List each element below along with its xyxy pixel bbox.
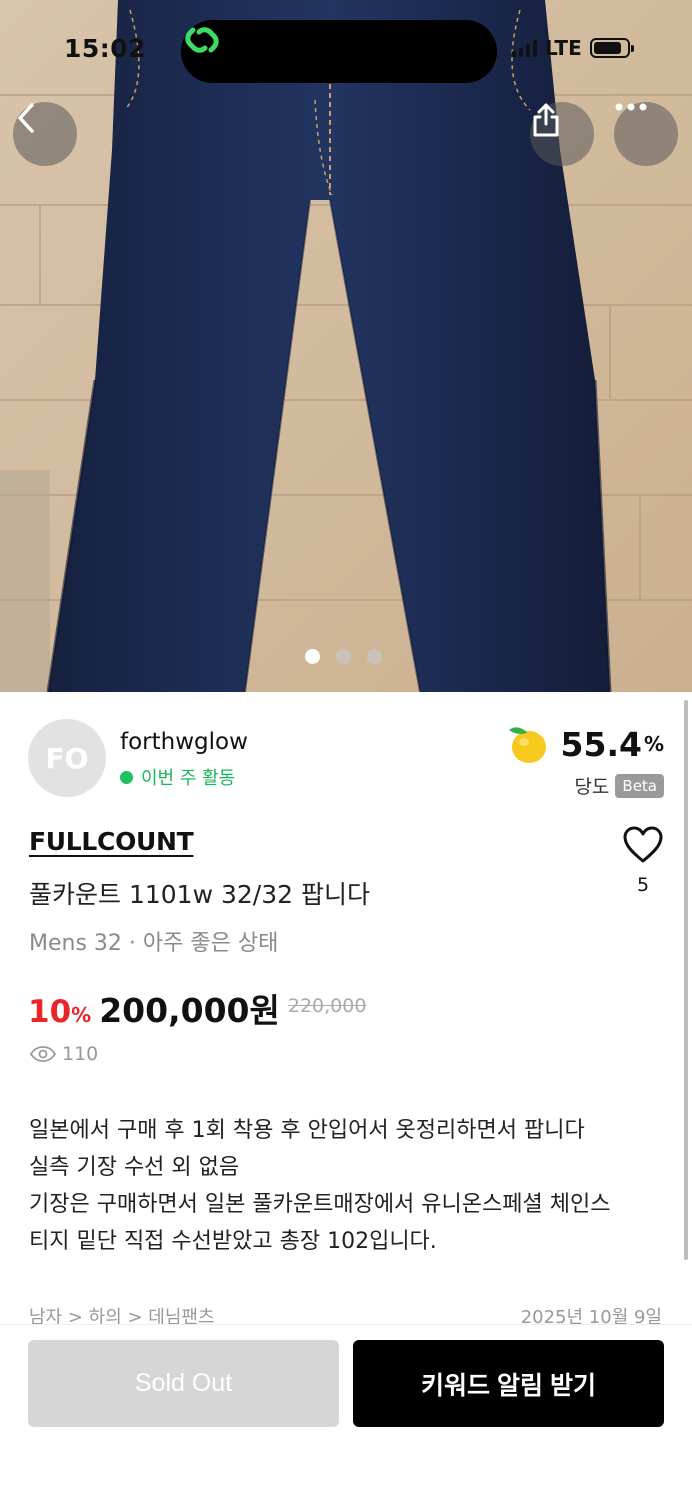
brand-link[interactable]: FULLCOUNT bbox=[29, 827, 194, 856]
score-value: 55.4 bbox=[560, 724, 642, 764]
original-price: 220,000 bbox=[287, 995, 367, 1017]
back-arrow-icon bbox=[18, 103, 34, 133]
jeans-photo-illustration bbox=[0, 0, 692, 692]
scrollbar[interactable] bbox=[684, 700, 688, 1260]
view-count-value: 110 bbox=[62, 1043, 99, 1065]
sweetness-score[interactable]: 55.4 % 당도 Beta bbox=[505, 722, 664, 799]
product-title: 풀카운트 1101w 32/32 팝니다 bbox=[29, 880, 370, 909]
price-row: 10% 200,000원 220,000 bbox=[28, 984, 366, 1032]
link-icon bbox=[185, 27, 219, 53]
active-status-dot bbox=[120, 770, 133, 784]
description-line: 실측 기장 수선 외 없음 bbox=[29, 1155, 240, 1180]
score-label: 당도 bbox=[574, 776, 610, 798]
product-description: 일본에서 구매 후 1회 착용 후 안입어서 옷정리하면서 팝니다 실측 기장 … bbox=[29, 1112, 669, 1260]
keyword-alert-button[interactable]: 키워드 알림 받기 bbox=[353, 1340, 664, 1427]
price: 200,000원 bbox=[99, 991, 280, 1030]
battery-icon bbox=[589, 38, 634, 58]
fruit-icon bbox=[508, 727, 546, 763]
description-line: 기장은 구매하면서 일본 풀카운트매장에서 유니온스페셜 체인스 bbox=[29, 1192, 611, 1217]
more-options-button[interactable] bbox=[614, 102, 678, 166]
seller-activity-label: 이번 주 활동 bbox=[141, 768, 236, 789]
bottom-action-bar: Sold Out 키워드 알림 받기 bbox=[0, 1324, 692, 1500]
discount-rate: 10% bbox=[28, 994, 91, 1030]
sold-out-button[interactable]: Sold Out bbox=[28, 1340, 339, 1427]
description-line: 일본에서 구매 후 1회 착용 후 안입어서 옷정리하면서 팝니다 bbox=[29, 1118, 585, 1143]
pagination-dot[interactable] bbox=[336, 649, 351, 664]
description-line: 티지 밑단 직접 수선받았고 총장 102입니다. bbox=[29, 1229, 437, 1254]
like-count: 5 bbox=[636, 874, 650, 896]
eye-icon bbox=[30, 1046, 56, 1062]
view-count: 110 bbox=[30, 1043, 98, 1065]
seller-avatar[interactable]: FO bbox=[28, 719, 106, 797]
dynamic-island bbox=[181, 20, 497, 83]
more-icon bbox=[615, 103, 647, 111]
network-label: LTE bbox=[545, 36, 582, 60]
beta-badge: Beta bbox=[615, 773, 664, 798]
seller-name[interactable]: forthwglow bbox=[120, 729, 248, 755]
gallery-pagination bbox=[305, 649, 382, 664]
discount-unit: % bbox=[71, 1003, 92, 1027]
seller-activity: 이번 주 활동 bbox=[120, 764, 235, 790]
discount-value: 10 bbox=[28, 994, 72, 1030]
pagination-dot[interactable] bbox=[305, 649, 320, 664]
heart-icon bbox=[623, 826, 663, 863]
pagination-dot[interactable] bbox=[367, 649, 382, 664]
product-size-condition: Mens 32 · 아주 좋은 상태 bbox=[29, 931, 279, 956]
score-unit: % bbox=[643, 732, 664, 756]
back-button[interactable] bbox=[13, 102, 77, 166]
status-indicators: LTE bbox=[512, 36, 634, 60]
signal-icon bbox=[512, 39, 537, 57]
share-icon bbox=[533, 103, 559, 137]
product-photo[interactable]: 15:02 LTE bbox=[0, 0, 692, 692]
share-button[interactable] bbox=[530, 102, 594, 166]
status-time: 15:02 bbox=[64, 34, 147, 63]
like-button[interactable]: 5 bbox=[618, 826, 668, 896]
